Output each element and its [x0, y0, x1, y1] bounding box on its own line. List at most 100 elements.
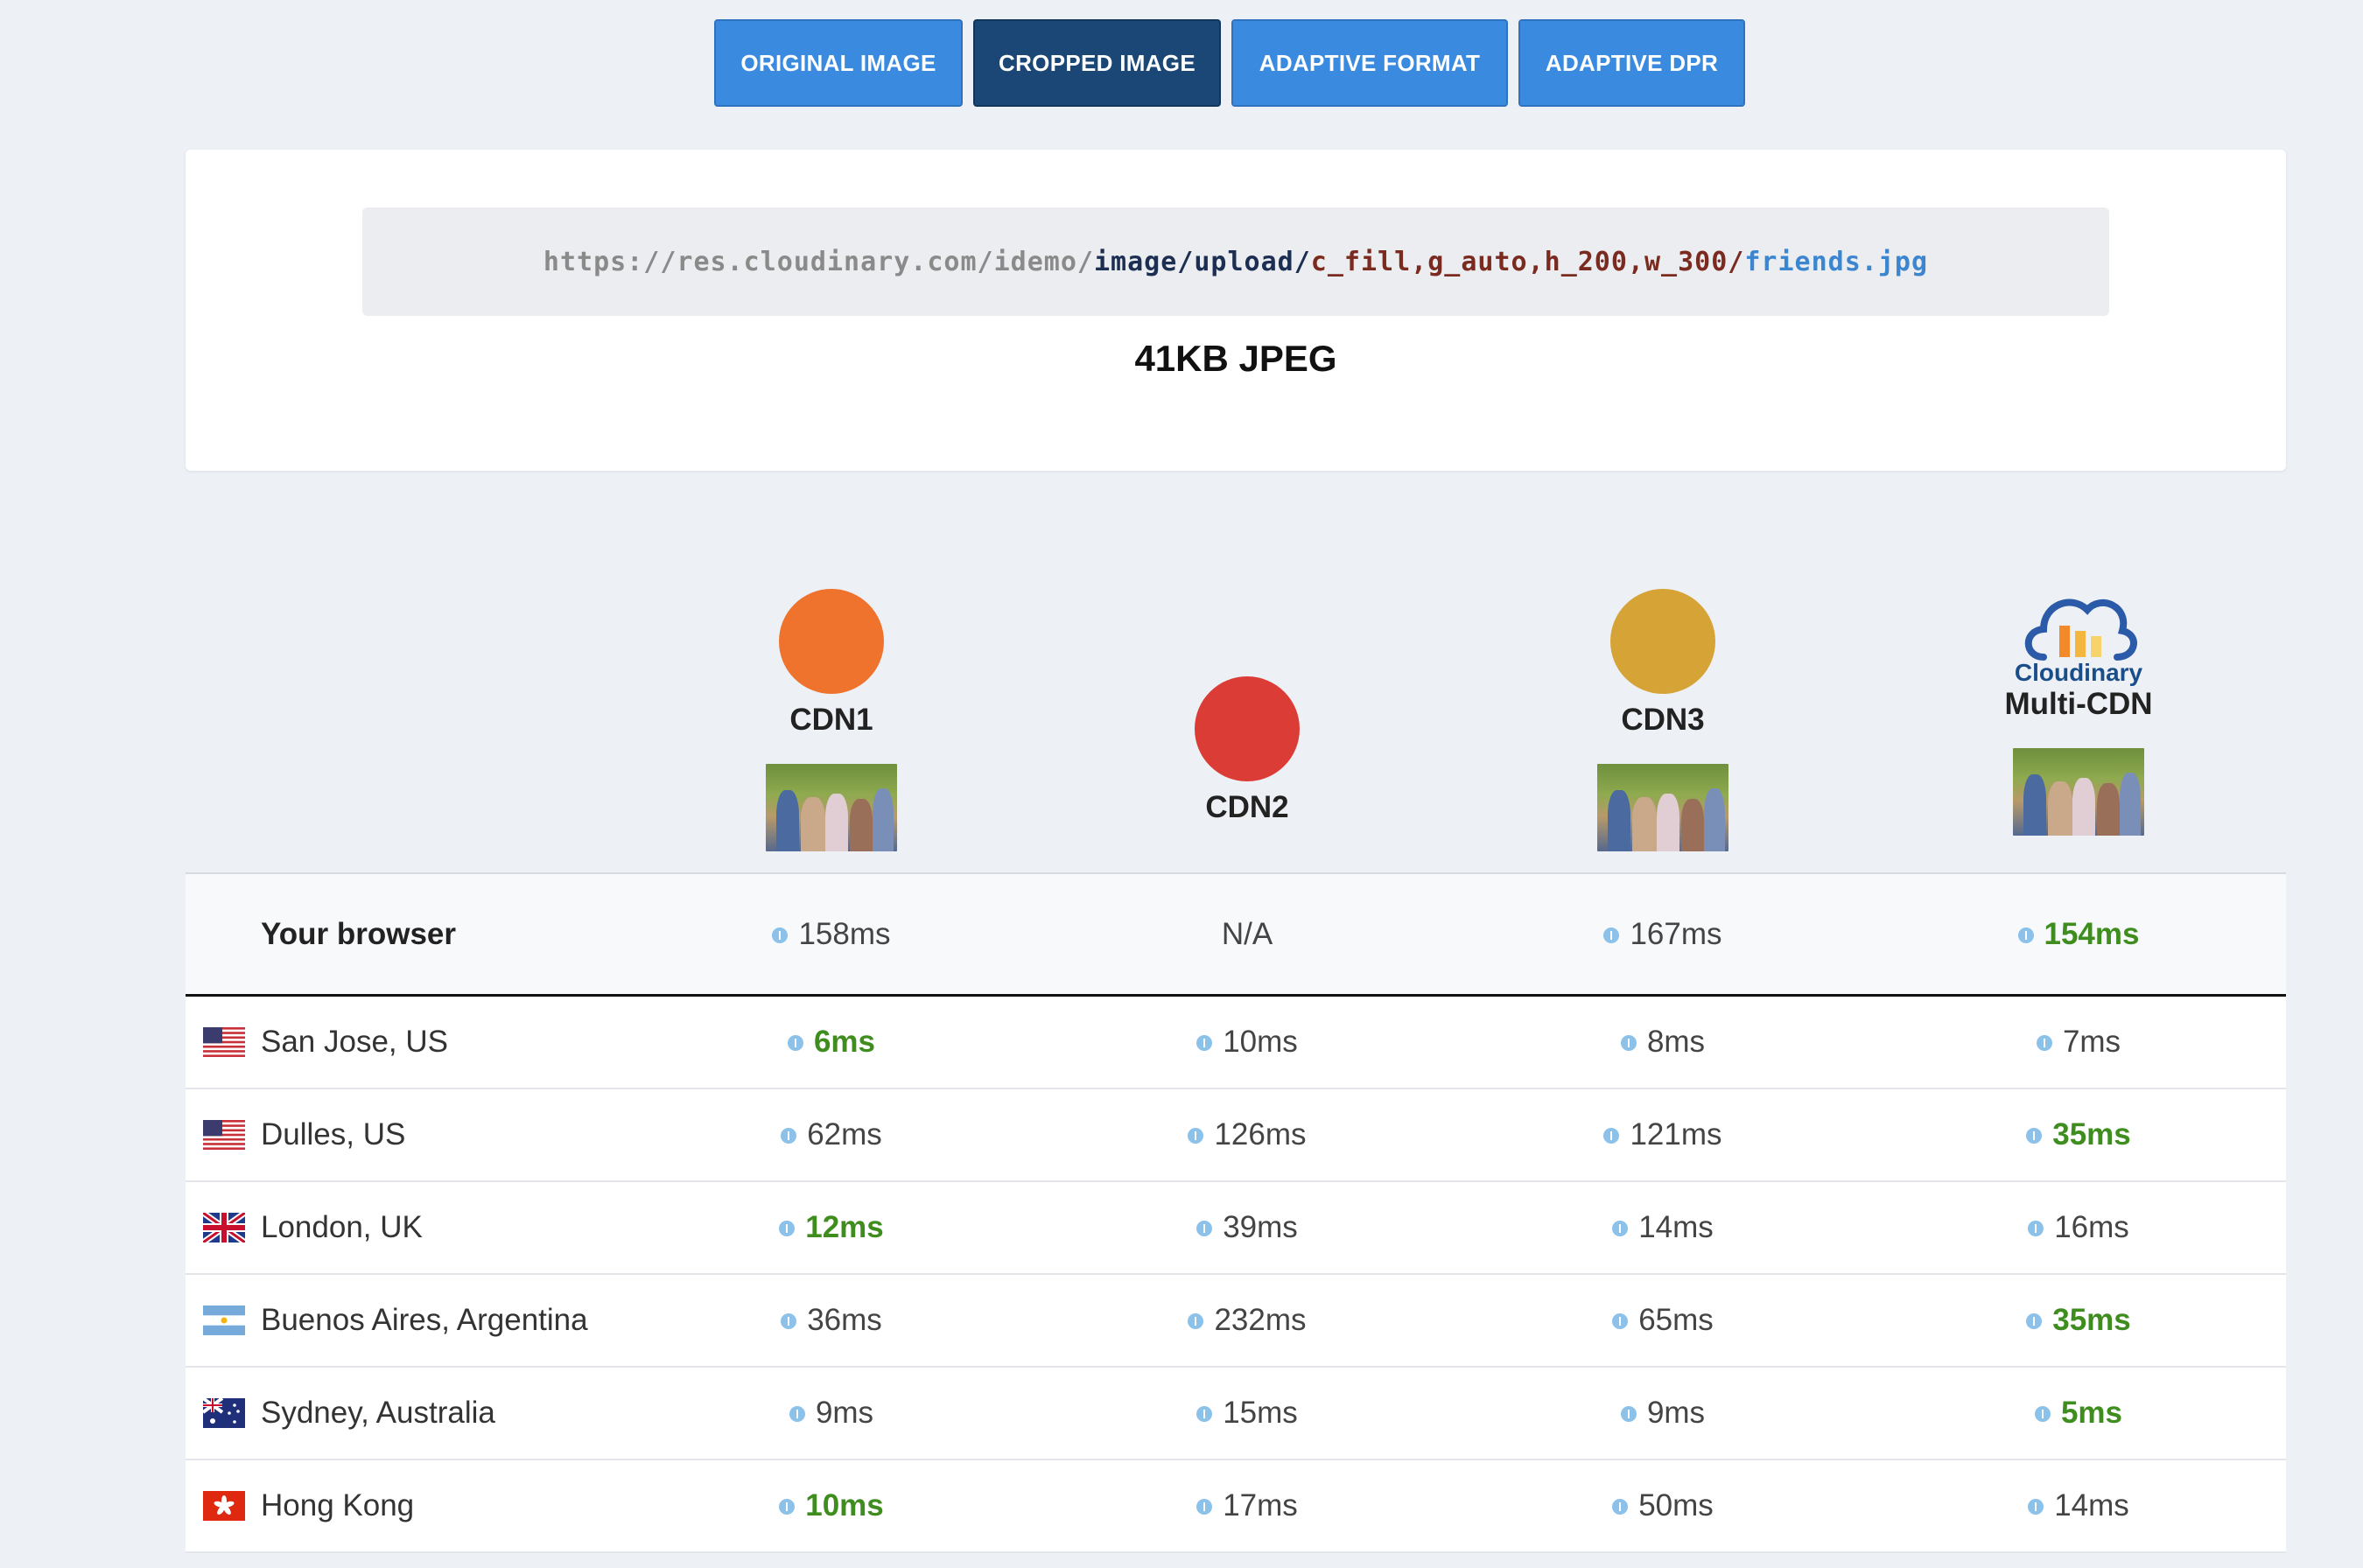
latency-cell: 158ms [700, 874, 963, 994]
latency-value: 10ms [805, 1488, 884, 1522]
latency-cell: 9ms [700, 1368, 963, 1459]
cdn2-circle-icon [1195, 676, 1300, 781]
info-icon[interactable] [787, 1035, 803, 1051]
multi-cdn-thumbnail [2013, 748, 2144, 836]
location-label: Buenos Aires, Argentina [261, 1303, 588, 1337]
location-label: Your browser [261, 916, 457, 951]
uk-flag-icon [203, 1213, 245, 1242]
latency-value: 7ms [2062, 1025, 2121, 1059]
latency-cell: 10ms [1116, 997, 1378, 1088]
latency-cell: 65ms [1532, 1275, 1794, 1366]
info-icon[interactable] [1612, 1221, 1629, 1236]
info-icon[interactable] [2026, 1128, 2043, 1144]
tab-adaptive-dpr[interactable]: ADAPTIVE DPR [1518, 19, 1745, 107]
info-icon[interactable] [1612, 1313, 1629, 1329]
info-icon[interactable] [2036, 1035, 2052, 1051]
latency-value: 9ms [815, 1396, 874, 1430]
info-icon[interactable] [2034, 1406, 2051, 1422]
info-icon[interactable] [1188, 1313, 1204, 1329]
latency-cell: 50ms [1532, 1460, 1794, 1551]
latency-value: 50ms [1638, 1488, 1714, 1522]
latency-cell: 154ms [1947, 874, 2210, 994]
cdn1-circle-icon [779, 589, 884, 694]
latency-cell: 35ms [1947, 1275, 2210, 1366]
table-row: Dulles, US 62ms 126ms 121ms 35ms [186, 1089, 2286, 1182]
info-icon[interactable] [779, 1499, 796, 1515]
info-icon[interactable] [1188, 1128, 1204, 1144]
latency-cell: 35ms [1947, 1089, 2210, 1180]
au-flag-icon [203, 1398, 245, 1428]
latency-value: 35ms [2052, 1303, 2131, 1337]
tab-cropped-image[interactable]: CROPPED IMAGE [973, 19, 1221, 107]
info-icon[interactable] [1620, 1035, 1637, 1051]
latency-cell: 17ms [1116, 1460, 1378, 1551]
location-label: San Jose, US [261, 1025, 448, 1059]
latency-cell: 126ms [1116, 1089, 1378, 1180]
latency-value: 158ms [798, 916, 891, 951]
latency-value: 39ms [1223, 1210, 1298, 1244]
location-label: Dulles, US [261, 1117, 406, 1152]
latency-value: 16ms [2054, 1210, 2129, 1244]
latency-value: 121ms [1630, 1117, 1722, 1152]
latency-cell: 36ms [700, 1275, 963, 1366]
us-flag-icon [203, 1027, 245, 1057]
info-icon[interactable] [1620, 1406, 1637, 1422]
latency-cell: 8ms [1532, 997, 1794, 1088]
latency-value: 5ms [2060, 1396, 2123, 1430]
latency-cell: 9ms [1532, 1368, 1794, 1459]
info-icon[interactable] [1603, 927, 1620, 943]
url-type: image/upload/ [1093, 246, 1311, 277]
latency-cell: 62ms [700, 1089, 963, 1180]
multi-cdn-name: Multi-CDN [2004, 687, 2153, 721]
latency-value: 14ms [1638, 1210, 1714, 1244]
latency-cell: 10ms [700, 1460, 963, 1551]
cloudinary-cloud-logo-icon [1947, 585, 2210, 664]
cdn1-name: CDN1 [789, 703, 873, 737]
latency-cell: N/A [1116, 874, 1378, 994]
tab-adaptive-format[interactable]: ADAPTIVE FORMAT [1231, 19, 1508, 107]
latency-value: 167ms [1630, 916, 1722, 951]
cdn3-thumbnail [1597, 764, 1728, 851]
info-icon[interactable] [1196, 1035, 1213, 1051]
latency-cell: 14ms [1947, 1460, 2210, 1551]
info-icon[interactable] [772, 927, 789, 943]
latency-cell: 16ms [1947, 1182, 2210, 1273]
info-icon[interactable] [781, 1313, 797, 1329]
latency-cell: 12ms [700, 1182, 963, 1273]
info-icon[interactable] [789, 1406, 805, 1422]
browser-row: Your browser 158ms N/A 167ms 154ms [186, 872, 2286, 997]
latency-value: 17ms [1223, 1488, 1298, 1522]
latency-value: 6ms [813, 1025, 876, 1059]
info-icon[interactable] [781, 1128, 797, 1144]
us-flag-icon [203, 1120, 245, 1150]
cdn2-name: CDN2 [1205, 790, 1289, 824]
cdn3-circle-icon [1610, 589, 1715, 694]
latency-cell: 39ms [1116, 1182, 1378, 1273]
latency-value: 62ms [807, 1117, 882, 1152]
info-icon[interactable] [2028, 1499, 2044, 1515]
info-icon[interactable] [2017, 927, 2034, 943]
tab-bar: ORIGINAL IMAGE CROPPED IMAGE ADAPTIVE FO… [0, 19, 2363, 110]
info-icon[interactable] [779, 1221, 796, 1236]
latency-value: 154ms [2044, 916, 2140, 951]
cdn3-name: CDN3 [1621, 703, 1705, 737]
ar-flag-icon [203, 1306, 245, 1335]
url-transformation: c_fill,g_auto,h_200,w_300/ [1310, 246, 1745, 277]
table-row: Hong Kong 10ms 17ms 50ms 14ms [186, 1460, 2286, 1553]
tab-original-image[interactable]: ORIGINAL IMAGE [714, 19, 963, 107]
latency-cell: 167ms [1532, 874, 1794, 994]
info-icon[interactable] [2028, 1221, 2044, 1236]
latency-value: 15ms [1223, 1396, 1298, 1430]
info-icon[interactable] [2026, 1313, 2043, 1329]
info-icon[interactable] [1196, 1499, 1213, 1515]
cdn1-header: CDN1 [700, 589, 963, 851]
info-icon[interactable] [1196, 1221, 1213, 1236]
location-label: London, UK [261, 1210, 423, 1244]
info-icon[interactable] [1603, 1128, 1620, 1144]
image-url[interactable]: https://res.cloudinary.com/idemo/image/u… [362, 207, 2109, 316]
table-row: San Jose, US 6ms 10ms 8ms 7ms [186, 997, 2286, 1089]
cdn3-header: CDN3 [1532, 589, 1794, 851]
info-icon[interactable] [1196, 1406, 1213, 1422]
latency-value: 8ms [1646, 1025, 1706, 1059]
info-icon[interactable] [1612, 1499, 1629, 1515]
